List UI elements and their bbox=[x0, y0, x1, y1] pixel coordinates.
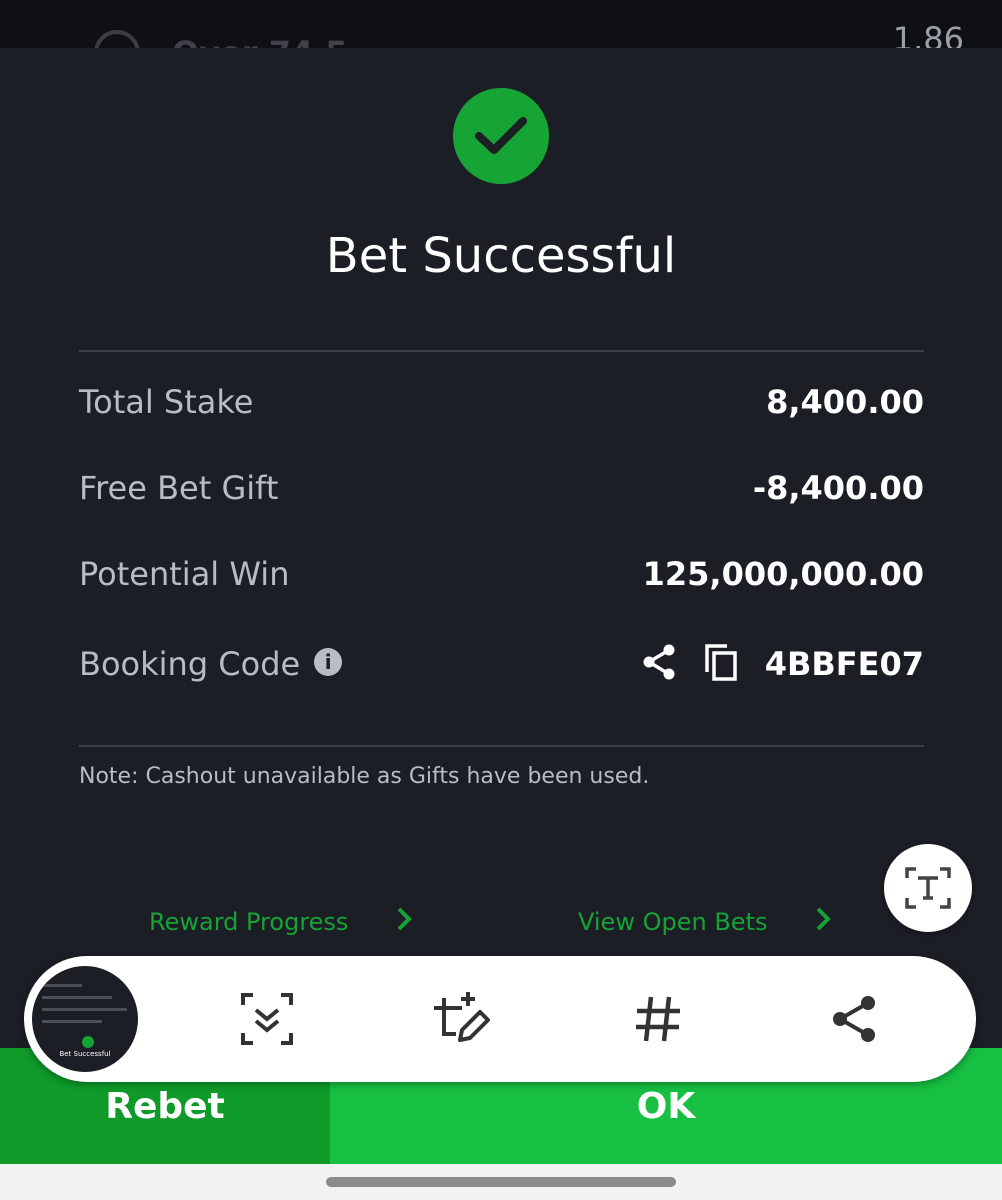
thumb-line bbox=[42, 1008, 127, 1011]
scroll-capture-button[interactable] bbox=[237, 989, 297, 1049]
share-button[interactable] bbox=[824, 989, 884, 1049]
thumb-check-icon bbox=[82, 1036, 94, 1048]
background-odds: 1.86 bbox=[892, 20, 964, 48]
free-bet-gift-value: -8,400.00 bbox=[752, 469, 924, 507]
view-open-bets-label: View Open Bets bbox=[578, 908, 768, 936]
cashout-note: Note: Cashout unavailable as Gifts have … bbox=[79, 764, 650, 789]
text-scan-icon bbox=[905, 867, 951, 909]
booking-code-row: Booking Code i 4BBFE07 bbox=[79, 642, 924, 686]
scroll-capture-icon bbox=[241, 993, 293, 1045]
crop-edit-icon bbox=[434, 992, 490, 1042]
thumbnail-caption: Bet Successful bbox=[59, 1050, 111, 1058]
divider-bottom bbox=[79, 745, 924, 747]
booking-code-label: Booking Code bbox=[79, 645, 301, 683]
divider-top bbox=[79, 350, 924, 352]
background-selection-title: Over 74.5 bbox=[172, 34, 348, 48]
chevron-right-icon bbox=[396, 906, 413, 938]
share-code-icon[interactable] bbox=[641, 643, 677, 685]
copy-code-icon[interactable] bbox=[703, 642, 739, 686]
total-stake-label: Total Stake bbox=[79, 383, 254, 421]
view-open-bets-link[interactable]: View Open Bets bbox=[578, 906, 832, 938]
thumb-line bbox=[42, 984, 82, 987]
potential-win-value: 125,000,000.00 bbox=[642, 555, 924, 593]
bet-success-dialog: Bet Successful Total Stake 8,400.00 Free… bbox=[0, 48, 1002, 1048]
dialog-title: Bet Successful bbox=[325, 228, 677, 284]
reward-progress-link[interactable]: Reward Progress bbox=[149, 906, 413, 938]
system-nav-bar bbox=[0, 1164, 1002, 1200]
booking-code-label-wrap: Booking Code i bbox=[79, 645, 343, 683]
thumb-line bbox=[42, 1020, 102, 1023]
hashtag-icon bbox=[636, 996, 680, 1042]
booking-code-value: 4BBFE07 bbox=[764, 645, 924, 683]
gesture-handle[interactable] bbox=[326, 1177, 676, 1187]
background-bet-item: Over 74.5 1.86 bbox=[0, 0, 1002, 48]
total-stake-row: Total Stake 8,400.00 bbox=[79, 383, 924, 421]
reward-progress-label: Reward Progress bbox=[149, 908, 349, 936]
free-bet-gift-row: Free Bet Gift -8,400.00 bbox=[79, 469, 924, 507]
potential-win-row: Potential Win 125,000,000.00 bbox=[79, 555, 924, 593]
booking-code-actions: 4BBFE07 bbox=[641, 642, 924, 686]
sport-ball-icon bbox=[94, 30, 140, 48]
chevron-right-icon bbox=[815, 906, 832, 938]
text-extract-button[interactable] bbox=[884, 844, 972, 932]
hashtag-button[interactable] bbox=[628, 989, 688, 1049]
screenshot-toolbar: Bet Successful bbox=[24, 956, 976, 1082]
free-bet-gift-label: Free Bet Gift bbox=[79, 469, 279, 507]
total-stake-value: 8,400.00 bbox=[766, 383, 924, 421]
thumb-line bbox=[42, 996, 112, 999]
potential-win-label: Potential Win bbox=[79, 555, 290, 593]
share-icon bbox=[833, 996, 875, 1042]
screenshot-thumbnail[interactable]: Bet Successful bbox=[28, 962, 142, 1076]
rebet-label: Rebet bbox=[105, 1085, 225, 1127]
success-check-icon bbox=[453, 88, 549, 184]
crop-edit-button[interactable] bbox=[432, 989, 492, 1049]
ok-label: OK bbox=[636, 1085, 696, 1127]
info-icon[interactable]: i bbox=[314, 648, 343, 676]
